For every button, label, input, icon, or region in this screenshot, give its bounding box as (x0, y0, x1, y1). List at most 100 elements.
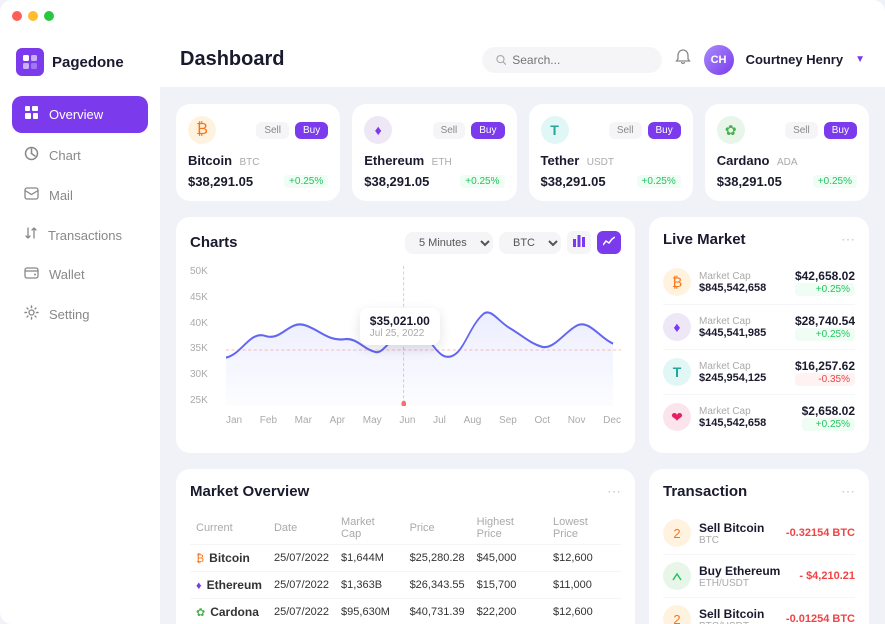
search-icon (496, 54, 507, 66)
sidebar: Pagedone Overview (0, 32, 160, 624)
btc-price: $38,291.05 (188, 174, 253, 189)
ada-buy-button[interactable]: Buy (824, 122, 857, 139)
crypto-cards: ₿ Sell Buy Bitcoin BTC $38,291.05 (176, 104, 869, 201)
page-title: Dashboard (180, 48, 470, 71)
sidebar-item-chart[interactable]: Chart (12, 137, 148, 174)
user-name: Courtney Henry (746, 52, 844, 67)
sidebar-item-overview[interactable]: Overview (12, 96, 148, 133)
charts-title: Charts (190, 234, 238, 251)
btc-symbol: BTC (240, 157, 260, 168)
transaction-more[interactable]: ⋯ (841, 483, 855, 500)
usdt-sell-button[interactable]: Sell (609, 122, 642, 139)
sidebar-item-wallet[interactable]: Wallet (12, 257, 148, 292)
ada-price: $38,291.05 (717, 174, 782, 189)
btc-name: Bitcoin (188, 153, 232, 168)
scroll-content: ₿ Sell Buy Bitcoin BTC $38,291.05 (160, 88, 885, 624)
eth-symbol: ETH (432, 157, 452, 168)
btc-sell-button[interactable]: Sell (256, 122, 289, 139)
transaction-panel: Transaction ⋯ 2 Sell Bitcoin BTC -0.3215… (649, 469, 869, 624)
market-4-icon: ❤ (663, 403, 691, 431)
time-select[interactable]: 5 Minutes 1 Hour 1 Day (405, 232, 493, 254)
market-btc-change: +0.25% (795, 283, 855, 296)
market-4-price-area: $2,658.02 +0.25% (802, 404, 855, 431)
market-item-eth: ♦ Market Cap $445,541,985 $28,740.54 +0.… (663, 305, 855, 350)
search-input[interactable] (512, 53, 647, 67)
btc-buy-button[interactable]: Buy (295, 122, 328, 139)
chevron-down-icon[interactable]: ▼ (855, 54, 865, 65)
chart-icon (24, 146, 39, 165)
chart-area: 50K 45K 40K 35K 30K 25K (190, 266, 621, 426)
eth-icon: ♦ (364, 116, 392, 144)
market-usdt-change: -0.35% (795, 373, 855, 386)
col-price: Price (404, 512, 471, 545)
market-4-price: $2,658.02 (802, 404, 855, 418)
header: Dashboard CH Courtney Henry ▼ (160, 32, 885, 88)
market-item-4: ❤ Market Cap $145,542,658 $2,658.02 +0.2… (663, 395, 855, 439)
ada-sell-button[interactable]: Sell (785, 122, 818, 139)
txn-sell-icon-0: 2 (663, 519, 691, 547)
txn-item-2: 2 Sell Bitcoin BTC/USDT -0.01254 BTC (663, 598, 855, 624)
search-box[interactable] (482, 47, 662, 73)
market-btc-price: $42,658.02 (795, 269, 855, 283)
avatar: CH (704, 45, 734, 75)
market-table-wrap: Current Date Market Cap Price Highest Pr… (190, 512, 621, 624)
live-market-panel: Live Market ⋯ ₿ Market Cap $845,542,658 (649, 217, 869, 453)
bar-chart-btn[interactable] (567, 231, 591, 254)
logo-icon (16, 48, 44, 76)
eth-sell-button[interactable]: Sell (433, 122, 466, 139)
txn-info-2: Sell Bitcoin BTC/USDT (699, 607, 778, 624)
logo-text: Pagedone (52, 54, 124, 71)
sidebar-item-transactions[interactable]: Transactions (12, 217, 148, 253)
market-btc-icon: ₿ (663, 268, 691, 296)
line-chart-btn[interactable] (597, 231, 621, 254)
txn-info-0: Sell Bitcoin BTC (699, 521, 778, 546)
ada-change: +0.25% (813, 175, 857, 188)
crypto-card-usdt: T Sell Buy Tether USDT $38,291.05 (529, 104, 693, 201)
chart-x-labels: Jan Feb Mar Apr May Jun Jul Aug Sep Oct (226, 415, 621, 426)
overview-label: Overview (49, 107, 103, 122)
tooltip-date: Jul 25, 2022 (370, 328, 430, 339)
maximize-btn[interactable] (44, 11, 54, 21)
transaction-title: Transaction (663, 483, 747, 500)
col-market-cap: Market Cap (335, 512, 404, 545)
mail-icon (24, 187, 39, 204)
txn-amount-0: -0.32154 BTC (786, 527, 855, 539)
coin-select[interactable]: BTC ETH (499, 232, 561, 254)
table-row: ₿Bitcoin 25/07/2022 $1,644M $25,280.28 $… (190, 545, 621, 572)
market-btc-cap: $845,542,658 (699, 282, 787, 294)
row-btc-name: ₿Bitcoin (190, 545, 268, 572)
txn-sub-0: BTC (699, 535, 778, 546)
market-eth-price-area: $28,740.54 +0.25% (795, 314, 855, 341)
transactions-icon (24, 226, 38, 244)
market-usdt-price: $16,257.62 (795, 359, 855, 373)
market-overview-more[interactable]: ⋯ (607, 483, 621, 500)
market-item-usdt: T Market Cap $245,954,125 $16,257.62 -0.… (663, 350, 855, 395)
btc-change: +0.25% (284, 175, 328, 188)
charts-panel: Charts 5 Minutes 1 Hour 1 Day BTC ETH (176, 217, 635, 453)
market-4-cap: $145,542,658 (699, 417, 794, 429)
sidebar-item-setting[interactable]: Setting (12, 296, 148, 333)
close-btn[interactable] (12, 11, 22, 21)
btc-icon: ₿ (188, 116, 216, 144)
eth-name: Ethereum (364, 153, 424, 168)
usdt-change: +0.25% (637, 175, 681, 188)
live-market-title: Live Market (663, 231, 746, 248)
sidebar-item-mail[interactable]: Mail (12, 178, 148, 213)
live-market-more[interactable]: ⋯ (841, 231, 855, 248)
ada-symbol: ADA (777, 157, 798, 168)
col-date: Date (268, 512, 335, 545)
titlebar (0, 0, 885, 32)
table-row: ♦Ethereum 25/07/2022 $1,363B $26,343.55 … (190, 572, 621, 599)
eth-buy-button[interactable]: Buy (471, 122, 504, 139)
usdt-buy-button[interactable]: Buy (648, 122, 681, 139)
txn-amount-1: - $4,210.21 (799, 570, 855, 582)
eth-change: +0.25% (460, 175, 504, 188)
setting-label: Setting (49, 307, 89, 322)
bell-icon[interactable] (674, 48, 692, 71)
ada-icon: ✿ (717, 116, 745, 144)
chart-y-labels: 50K 45K 40K 35K 30K 25K (190, 266, 222, 406)
minimize-btn[interactable] (28, 11, 38, 21)
mail-label: Mail (49, 188, 73, 203)
market-overview-title: Market Overview (190, 483, 309, 500)
txn-item-1: Buy Ethereum ETH/USDT - $4,210.21 (663, 555, 855, 598)
